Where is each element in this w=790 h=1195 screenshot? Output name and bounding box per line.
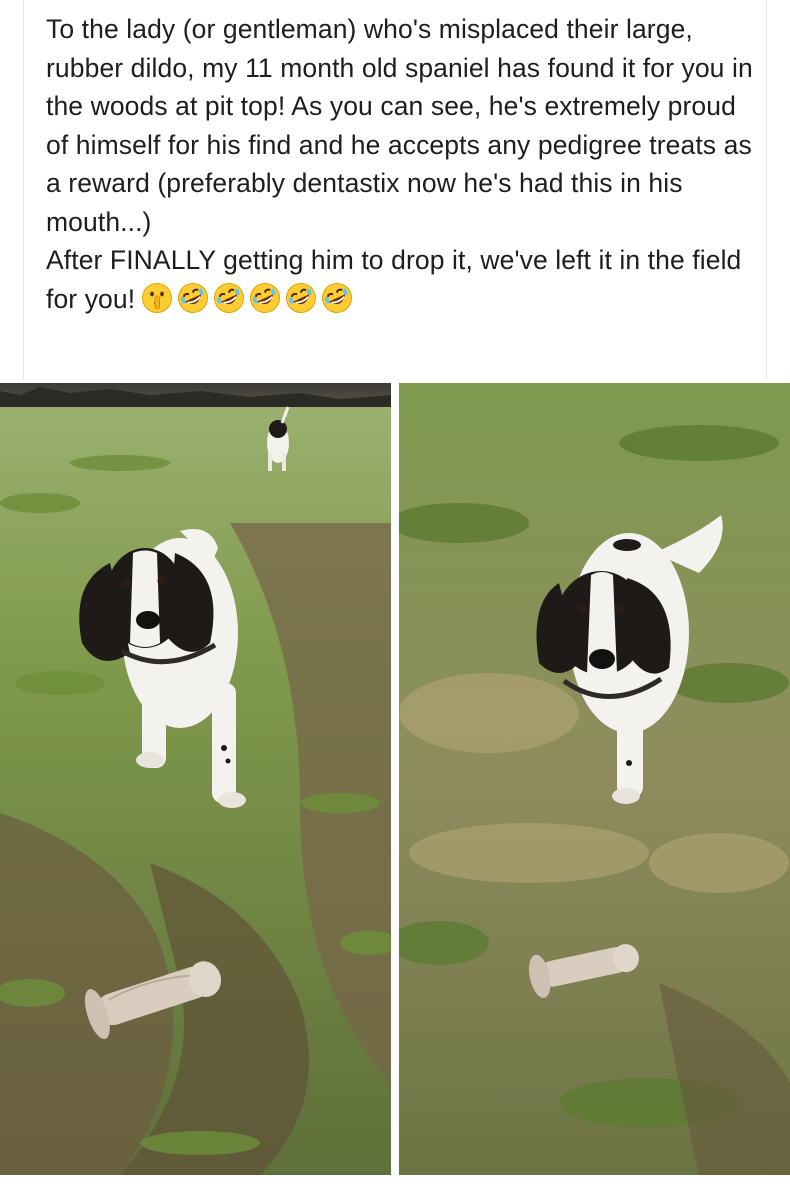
- left-border: [23, 0, 24, 380]
- photo-left[interactable]: [0, 383, 391, 1175]
- photo-right[interactable]: [399, 383, 790, 1175]
- rofl-icon: [213, 282, 245, 314]
- rofl-icon: [249, 282, 281, 314]
- post-footer-spacer: [0, 1176, 790, 1195]
- post-card: To the lady (or gentleman) who's misplac…: [0, 0, 790, 1195]
- right-border: [766, 0, 767, 380]
- rofl-icon: [321, 282, 353, 314]
- rofl-icon: [285, 282, 317, 314]
- emoji-row: [141, 282, 357, 325]
- post-text-paragraph-1: To the lady (or gentleman) who's misplac…: [46, 14, 753, 237]
- post-text-paragraph-2: After FINALLY getting him to drop it, we…: [46, 241, 756, 324]
- post-text: To the lady (or gentleman) who's misplac…: [46, 10, 756, 324]
- photo-right-image: [399, 383, 790, 1175]
- rofl-icon: [177, 282, 209, 314]
- shushing-face-icon: [141, 282, 173, 314]
- photo-left-image: [0, 383, 391, 1175]
